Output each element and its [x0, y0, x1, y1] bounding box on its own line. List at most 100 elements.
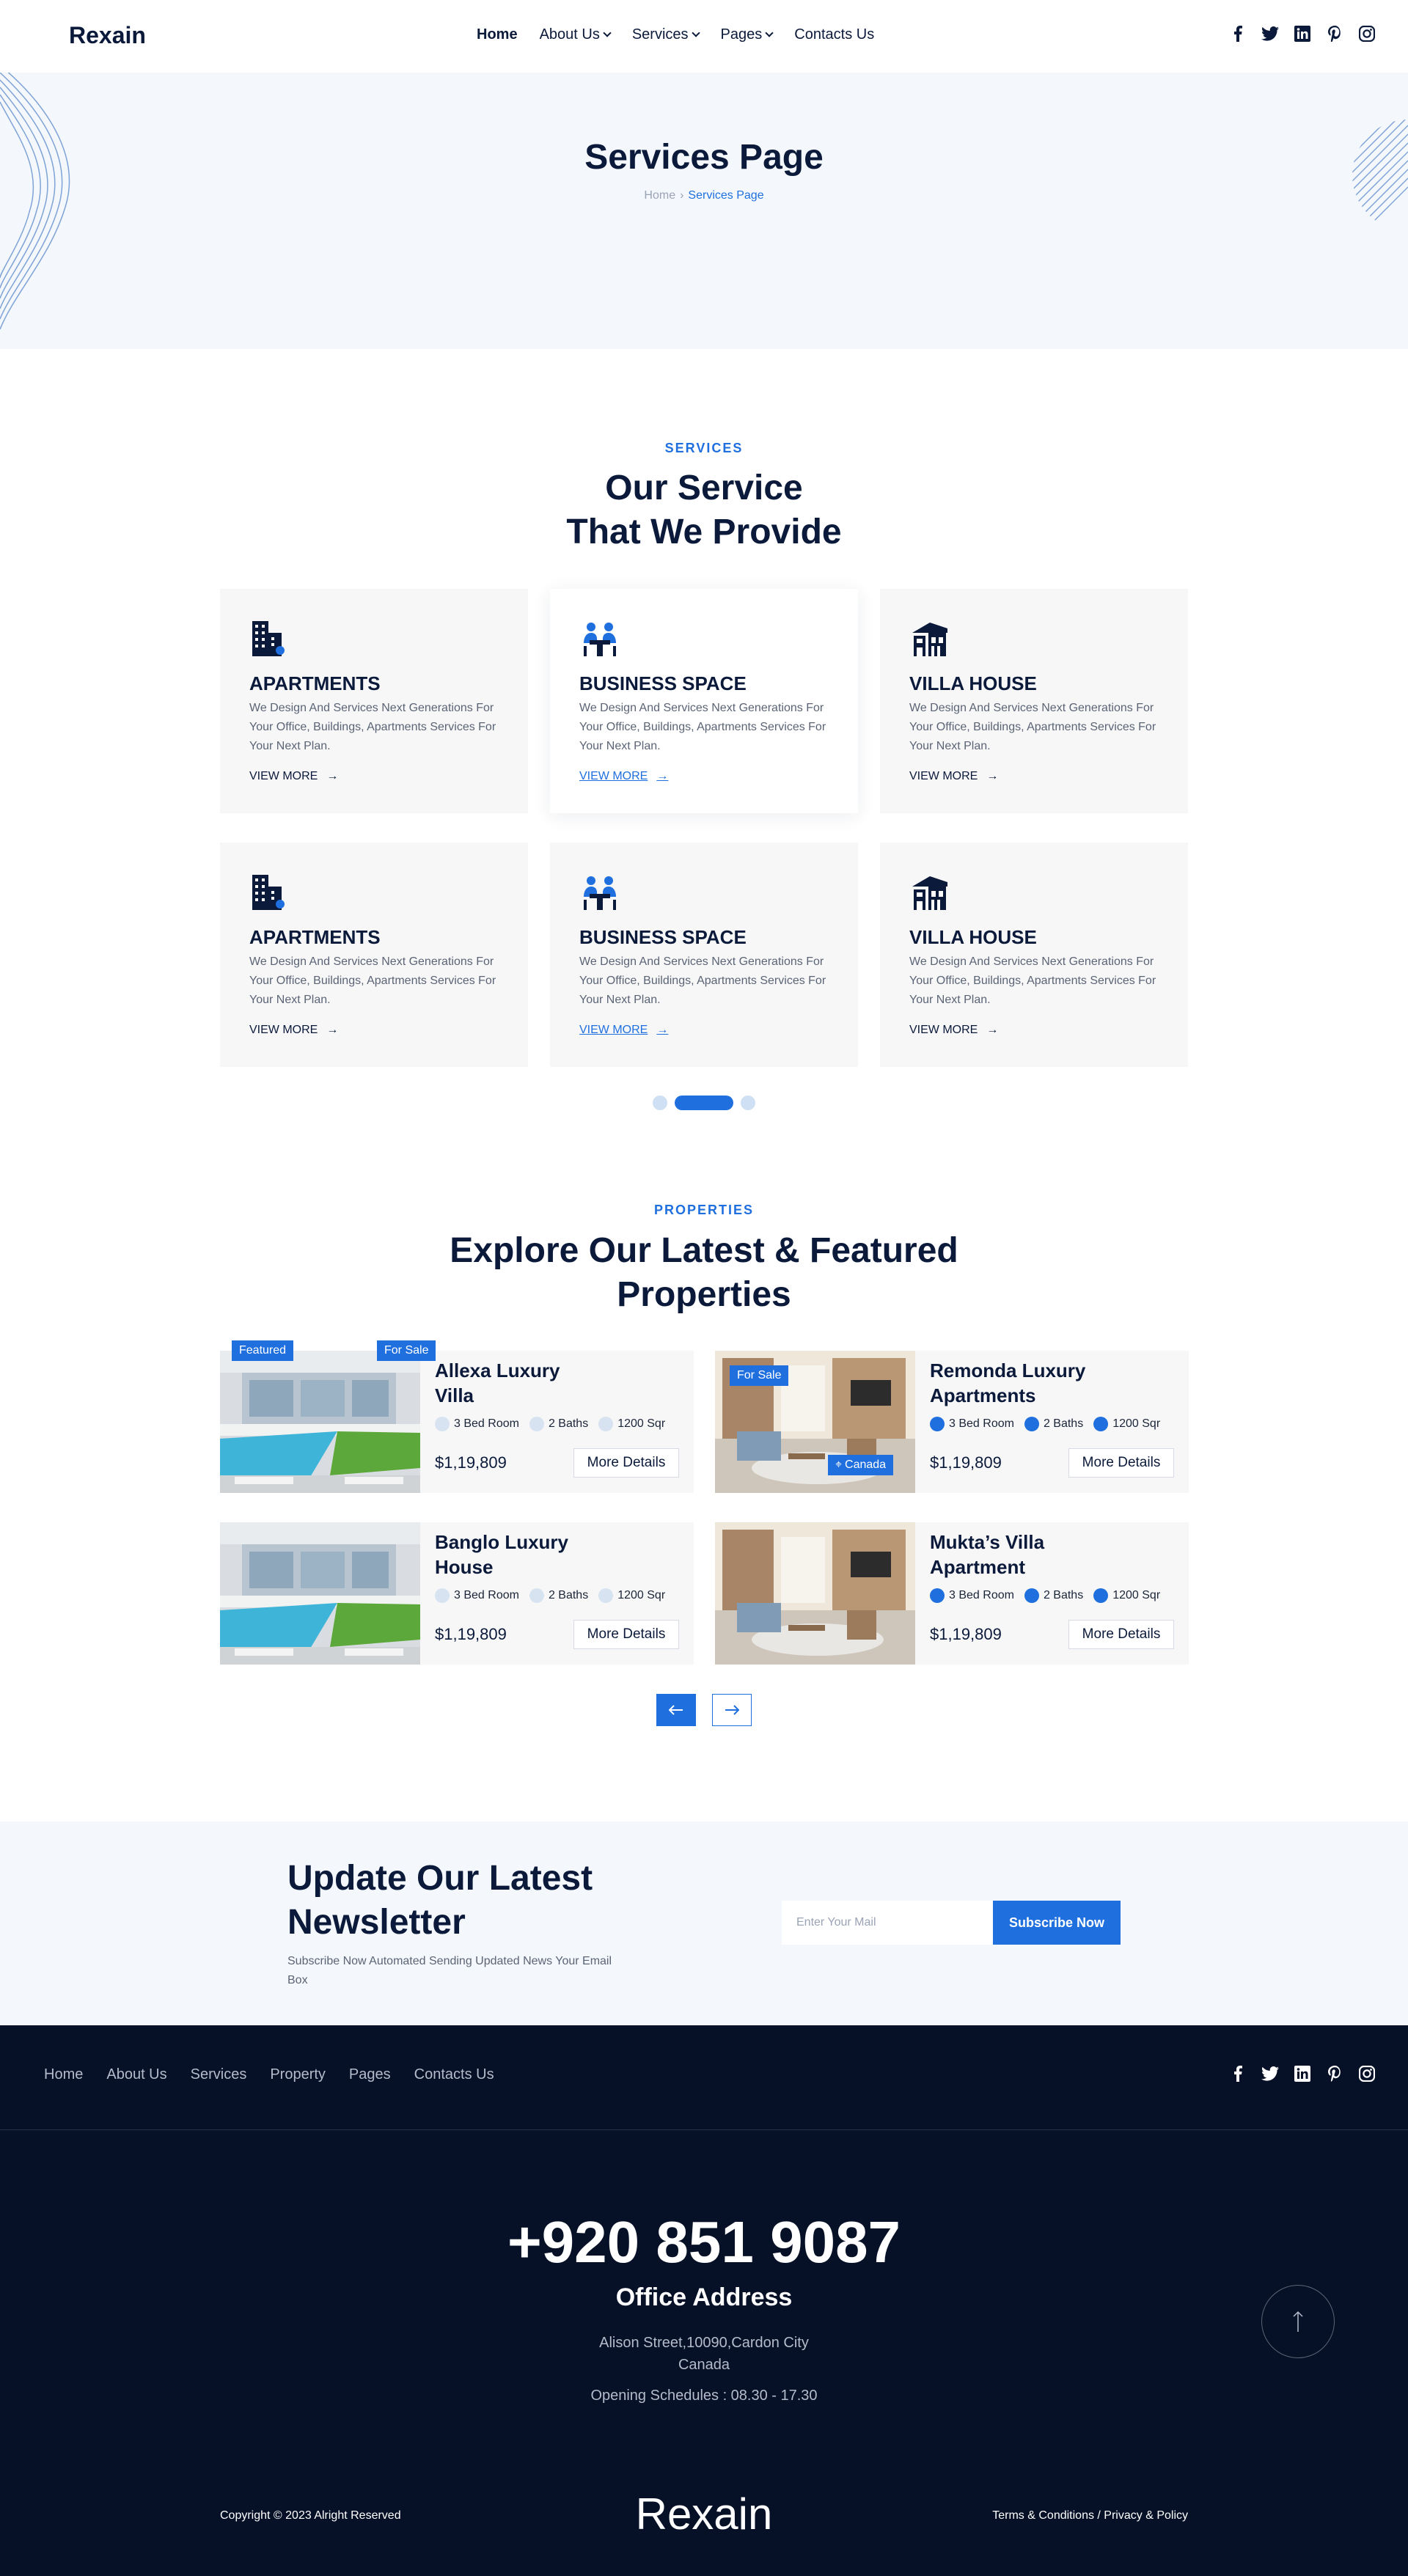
baths-label: 2 Baths — [548, 1417, 589, 1430]
footer-nav-contacts[interactable]: Contacts Us — [414, 2066, 494, 2083]
baths-feature: 2 Baths — [1024, 1588, 1083, 1603]
property-name[interactable]: Allexa Luxury Villa — [435, 1358, 626, 1408]
property-name-line2: Apartment — [930, 1556, 1026, 1578]
next-page-button[interactable] — [712, 1694, 752, 1726]
footer-nav-about[interactable]: About Us — [106, 2066, 166, 2083]
baths-label: 2 Baths — [548, 1589, 589, 1601]
area-icon — [598, 1417, 614, 1431]
service-card-title: VILLA HOUSE — [909, 926, 1037, 948]
facebook-icon[interactable] — [1229, 25, 1247, 43]
opening-schedule: Opening Schedules : 08.30 - 17.30 — [590, 2388, 818, 2404]
page-title: Services Page — [584, 138, 824, 177]
nav-contacts[interactable]: Contacts Us — [794, 26, 874, 43]
linkedin-icon[interactable] — [1294, 25, 1311, 43]
terms-privacy-link[interactable]: Terms & Conditions / Privacy & Policy — [992, 2509, 1188, 2522]
nav-services[interactable]: Services — [631, 26, 700, 43]
arrow-right-icon: → — [986, 770, 999, 782]
newsletter-section: Update Our Latest Newsletter Subscribe No… — [0, 1821, 1408, 2025]
area-feature: 1200 Sqr — [598, 1588, 665, 1603]
service-card-title: APARTMENTS — [249, 672, 381, 694]
site-logo[interactable]: Rexain — [69, 22, 146, 49]
footer-nav-services[interactable]: Services — [191, 2066, 247, 2083]
view-more-link[interactable]: VIEW MORE → — [909, 1024, 998, 1037]
building-icon — [252, 621, 285, 656]
more-details-button[interactable]: More Details — [1068, 1448, 1174, 1478]
contact-phone[interactable]: +920 851 9087 — [0, 2209, 1408, 2276]
property-image-living-room[interactable] — [715, 1522, 915, 1665]
service-card-desc: We Design And Services Next Generations … — [249, 955, 496, 1006]
bed-icon — [930, 1417, 945, 1431]
beds-feature: 3 Bed Room — [435, 1588, 519, 1603]
property-image-pool[interactable] — [220, 1351, 420, 1493]
bath-icon — [529, 1417, 544, 1431]
twitter-icon[interactable] — [1261, 25, 1279, 43]
instagram-icon[interactable] — [1358, 2065, 1376, 2083]
subscribe-button[interactable]: Subscribe Now — [993, 1901, 1121, 1945]
area-icon — [1093, 1588, 1109, 1603]
footer-nav-pages[interactable]: Pages — [349, 2066, 391, 2083]
beds-feature: 3 Bed Room — [930, 1417, 1014, 1431]
footer-nav-home[interactable]: Home — [44, 2066, 83, 2083]
villa-icon — [912, 876, 947, 910]
property-name[interactable]: Remonda Luxury Apartments — [930, 1358, 1121, 1408]
nav-pages[interactable]: Pages — [721, 26, 774, 43]
chevron-down-icon — [765, 29, 774, 37]
service-card-title: BUSINESS SPACE — [579, 926, 747, 948]
more-details-button[interactable]: More Details — [1068, 1620, 1174, 1649]
page-hero: Services Page Home › Services Page — [0, 73, 1408, 349]
service-card-title: BUSINESS SPACE — [579, 672, 747, 694]
bed-icon — [435, 1588, 450, 1603]
nav-services-label: Services — [631, 26, 689, 43]
view-more-link[interactable]: VIEW MORE → — [249, 1024, 338, 1037]
breadcrumb: Home › Services Page — [0, 189, 1408, 202]
property-features: 3 Bed Room 2 Baths 1200 Sqr — [435, 1588, 665, 1603]
view-more-link[interactable]: VIEW MORE → — [909, 770, 998, 783]
property-name-line2: Villa — [435, 1384, 474, 1406]
area-label: 1200 Sqr — [617, 1589, 666, 1601]
property-card: Banglo Luxury House 3 Bed Room 2 Baths 12… — [220, 1522, 694, 1665]
chevron-down-icon — [603, 29, 612, 37]
more-details-button[interactable]: More Details — [573, 1620, 679, 1649]
beds-feature: 3 Bed Room — [435, 1417, 519, 1431]
property-features: 3 Bed Room 2 Baths 1200 Sqr — [435, 1417, 665, 1431]
property-image-pool[interactable] — [220, 1522, 420, 1665]
bath-icon — [529, 1588, 544, 1603]
service-card-title: APARTMENTS — [249, 926, 381, 948]
view-more-label: VIEW MORE — [579, 770, 648, 782]
carousel-dot[interactable] — [741, 1096, 755, 1110]
location-label: Canada — [845, 1458, 887, 1471]
baths-feature: 2 Baths — [529, 1417, 588, 1431]
nav-about[interactable]: About Us — [540, 26, 612, 43]
instagram-icon[interactable] — [1358, 25, 1376, 43]
service-card-desc: We Design And Services Next Generations … — [579, 955, 826, 1006]
twitter-icon[interactable] — [1261, 2065, 1279, 2083]
view-more-label: VIEW MORE — [579, 1024, 648, 1036]
prev-page-button[interactable] — [656, 1694, 696, 1726]
footer-logo[interactable]: Rexain — [0, 2489, 1408, 2539]
services-title: Our Service That We Provide — [0, 466, 1408, 554]
property-name[interactable]: Mukta’s Villa Apartment — [930, 1530, 1121, 1579]
view-more-link[interactable]: VIEW MORE → — [579, 770, 668, 783]
footer-social — [1229, 2065, 1376, 2083]
baths-label: 2 Baths — [1043, 1589, 1084, 1601]
for-sale-badge: For Sale — [377, 1340, 436, 1361]
carousel-dot-active[interactable] — [675, 1096, 733, 1110]
more-details-button[interactable]: More Details — [573, 1448, 679, 1478]
facebook-icon[interactable] — [1229, 2065, 1247, 2083]
pinterest-icon[interactable] — [1326, 25, 1343, 43]
carousel-dot[interactable] — [653, 1096, 667, 1110]
email-input[interactable] — [782, 1901, 993, 1945]
nav-home[interactable]: Home — [477, 26, 518, 43]
site-footer: Home About Us Services Property Pages Co… — [0, 2025, 1408, 2576]
pinterest-icon[interactable] — [1326, 2065, 1343, 2083]
service-card: APARTMENTS We Design And Services Next G… — [220, 589, 528, 813]
service-card: VILLA HOUSE We Design And Services Next … — [880, 589, 1188, 813]
view-more-label: VIEW MORE — [909, 770, 978, 782]
property-name[interactable]: Banglo Luxury House — [435, 1530, 626, 1579]
view-more-link[interactable]: VIEW MORE → — [249, 770, 338, 783]
view-more-link[interactable]: VIEW MORE → — [579, 1024, 668, 1037]
scroll-to-top-button[interactable] — [1261, 2285, 1335, 2358]
footer-nav-property[interactable]: Property — [270, 2066, 326, 2083]
breadcrumb-home-link[interactable]: Home — [644, 189, 675, 202]
linkedin-icon[interactable] — [1294, 2065, 1311, 2083]
